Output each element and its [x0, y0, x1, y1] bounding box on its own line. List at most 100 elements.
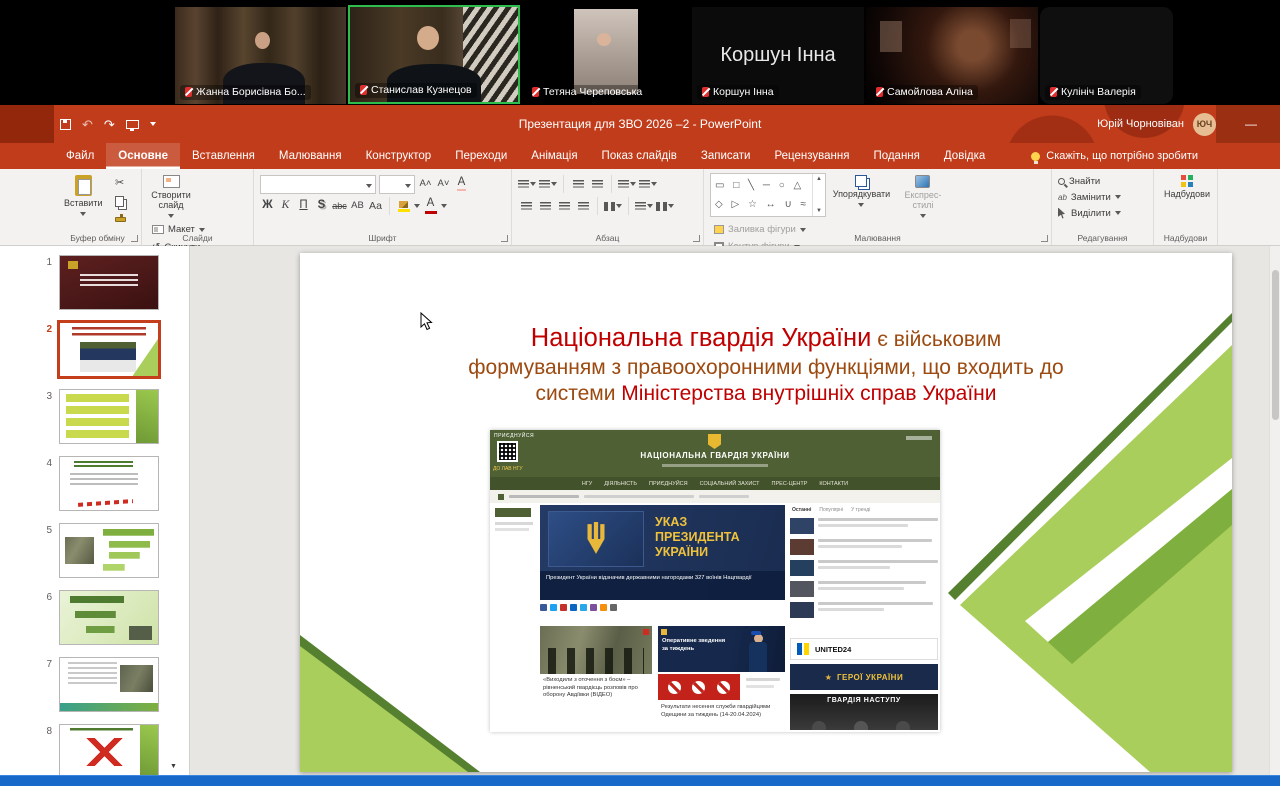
align-center-icon	[540, 202, 551, 211]
text-shadow-button[interactable]: S	[314, 196, 329, 217]
tab-file[interactable]: Файл	[54, 143, 106, 169]
participant-tile-2-active-speaker[interactable]: Станислав Кузнецов	[348, 5, 520, 104]
text-direction-button[interactable]	[639, 176, 657, 193]
scroll-down-icon[interactable]: ▼	[816, 208, 822, 214]
minimize-button[interactable]: —	[1236, 105, 1266, 143]
bullets-button[interactable]	[518, 176, 536, 193]
save-icon[interactable]	[60, 119, 71, 130]
undo-icon[interactable]: ↶	[82, 118, 93, 131]
account-name[interactable]: Юрій Чорновіван	[1097, 118, 1184, 130]
participant-tile-4[interactable]: Коршун Інна Коршун Інна	[692, 7, 864, 104]
slide-title: Національна гвардія України є військовим…	[346, 323, 1186, 407]
tab-review[interactable]: Рецензування	[762, 143, 861, 169]
editor-scrollbar[interactable]	[1269, 246, 1280, 775]
justify-button[interactable]	[575, 198, 591, 215]
participant-tile-1[interactable]: Жанна Борисівна Бо...	[175, 7, 346, 104]
tab-draw[interactable]: Малювання	[267, 143, 354, 169]
numbering-button[interactable]	[539, 176, 557, 193]
new-slide-button[interactable]: Створити слайд	[148, 173, 194, 220]
account-area: Юрій Чорновіван ЮЧ	[1097, 105, 1216, 143]
grow-font-button[interactable]: А˄	[418, 174, 433, 195]
windows-taskbar[interactable]	[0, 775, 1280, 786]
shrink-font-button[interactable]: А˅	[436, 174, 451, 195]
thumbnail-image	[59, 523, 159, 578]
tell-me-box[interactable]: Скажіть, що потрібно зробити	[1031, 143, 1198, 169]
slide-canvas[interactable]: Національна гвардія України є військовим…	[300, 253, 1232, 772]
tab-record[interactable]: Записати	[689, 143, 763, 169]
clear-formatting-button[interactable]: А	[454, 174, 469, 195]
quick-styles-button[interactable]: Експрес-стилі	[897, 173, 949, 220]
font-color-button[interactable]: А	[423, 196, 438, 217]
paste-label: Вставити	[64, 199, 103, 209]
tab-design[interactable]: Конструктор	[354, 143, 444, 169]
shapes-gallery-scrollbar[interactable]: ▲ ▼	[812, 174, 825, 216]
font-size-combo[interactable]	[379, 175, 415, 194]
scroll-up-icon[interactable]: ▲	[816, 176, 822, 182]
participant-name: Кулініч Валерія	[1061, 86, 1136, 98]
highlight-color-button[interactable]	[396, 196, 411, 217]
participant-tile-5[interactable]: Самойлова Аліна	[866, 7, 1038, 104]
increase-indent-button[interactable]	[589, 176, 605, 193]
convert-smartart-button[interactable]	[656, 198, 674, 215]
scrollbar-thumb[interactable]	[1272, 270, 1279, 420]
caret-icon	[199, 228, 205, 232]
slide-thumbnail-2-selected[interactable]: 2	[0, 322, 189, 377]
thumbnails-scroll-down-icon[interactable]: ▼	[170, 763, 177, 770]
align-right-button[interactable]	[556, 198, 572, 215]
slide-thumbnail-3[interactable]: 3	[0, 389, 189, 444]
dialog-launcher-icon[interactable]	[131, 235, 138, 242]
decrease-indent-button[interactable]	[570, 176, 586, 193]
addins-button[interactable]: Надбудови	[1160, 173, 1214, 202]
cut-button[interactable]: ✂	[115, 176, 126, 190]
start-slideshow-icon[interactable]	[126, 120, 139, 129]
tab-insert[interactable]: Вставлення	[180, 143, 267, 169]
strikethrough-button[interactable]: abc	[332, 196, 347, 217]
slide-thumbnail-1[interactable]: 1	[0, 255, 189, 310]
tab-transitions[interactable]: Переходи	[443, 143, 519, 169]
slide-thumbnail-4[interactable]: 4	[0, 456, 189, 511]
line-spacing-button[interactable]	[618, 176, 636, 193]
align-text-button[interactable]	[635, 198, 653, 215]
format-painter-button[interactable]	[115, 212, 126, 226]
tab-view[interactable]: Подання	[861, 143, 931, 169]
lightbulb-icon	[1031, 152, 1040, 161]
participant-tile-6[interactable]: Кулініч Валерія	[1040, 7, 1173, 104]
participant-tile-3[interactable]: Тетяна Череповська	[522, 7, 690, 104]
font-name-combo[interactable]	[260, 175, 376, 194]
find-button[interactable]: Знайти	[1058, 173, 1147, 189]
change-case-button[interactable]: Аа	[368, 196, 383, 217]
ngu-website-screenshot[interactable]: ПРИЄДНУЙСЯ ДО ЛАВ НГУ НАЦІОНАЛЬНА ГВАРДІ…	[490, 430, 940, 732]
slide-thumbnail-8[interactable]: 8	[0, 724, 189, 775]
united24-banner: UNITED24	[790, 638, 938, 660]
align-left-button[interactable]	[518, 198, 534, 215]
align-center-button[interactable]	[537, 198, 553, 215]
tab-help[interactable]: Довідка	[932, 143, 997, 169]
united24-label: UNITED24	[815, 645, 851, 654]
news-card-1: «Виходили з оточення з боєм» – рівненськ…	[540, 626, 652, 730]
dialog-launcher-icon[interactable]	[693, 235, 700, 242]
italic-button[interactable]: К	[278, 196, 293, 217]
redo-icon[interactable]: ↷	[104, 118, 115, 131]
tab-slideshow[interactable]: Показ слайдів	[590, 143, 689, 169]
underline-button[interactable]: П	[296, 196, 311, 217]
character-spacing-button[interactable]: АВ	[350, 196, 365, 217]
paste-button[interactable]: Вставити	[60, 173, 107, 218]
caret-icon[interactable]	[441, 204, 447, 208]
qat-customize-caret-icon[interactable]	[150, 122, 156, 126]
bold-button[interactable]: Ж	[260, 196, 275, 217]
slide-thumbnail-6[interactable]: 6	[0, 590, 189, 645]
replace-button[interactable]: abЗамінити	[1058, 189, 1147, 205]
columns-button[interactable]	[604, 198, 622, 215]
tab-home[interactable]: Основне	[106, 143, 180, 169]
shapes-gallery[interactable]: ▭ □ ╲ ─ ○ △ ◇ ▷ ☆ ↔ ∪ ≈ ▲ ▼	[710, 173, 826, 217]
avatar[interactable]: ЮЧ	[1193, 113, 1216, 136]
dialog-launcher-icon[interactable]	[1041, 235, 1048, 242]
copy-button[interactable]	[115, 194, 126, 208]
arrange-button[interactable]: Упорядкувати	[830, 173, 892, 209]
tab-animations[interactable]: Анімація	[519, 143, 589, 169]
select-button[interactable]: Виділити	[1058, 205, 1147, 221]
slide-thumbnail-7[interactable]: 7	[0, 657, 189, 712]
dialog-launcher-icon[interactable]	[501, 235, 508, 242]
slide-thumbnail-5[interactable]: 5	[0, 523, 189, 578]
caret-icon[interactable]	[414, 204, 420, 208]
